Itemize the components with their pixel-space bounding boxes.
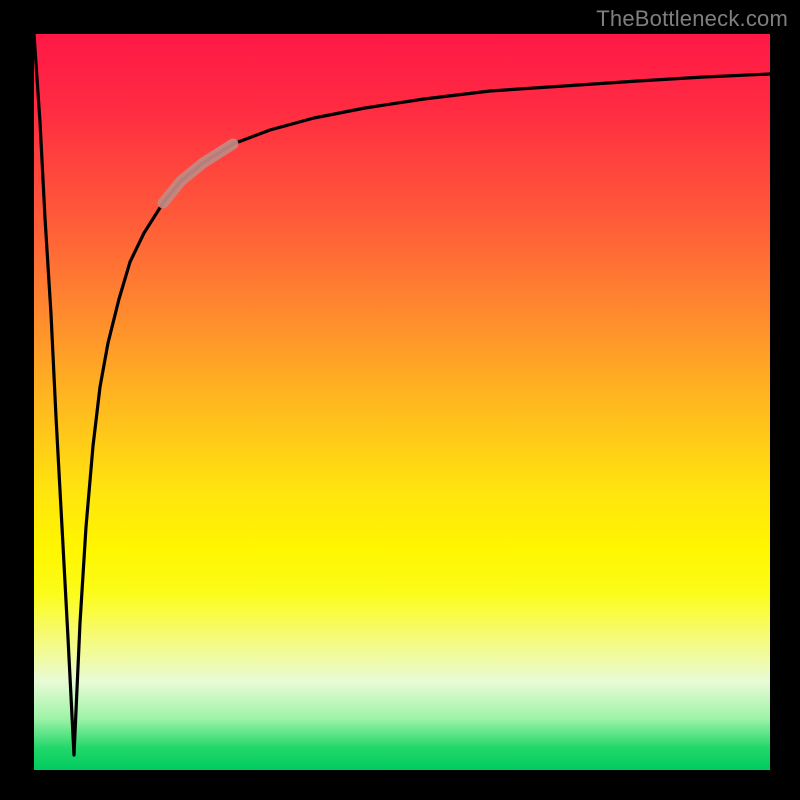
chart-plot-area xyxy=(34,34,770,770)
curve-highlight-segment xyxy=(163,144,233,203)
chart-frame: TheBottleneck.com xyxy=(0,0,800,800)
bottleneck-curve xyxy=(34,34,770,770)
attribution-label: TheBottleneck.com xyxy=(596,6,788,32)
curve-main xyxy=(34,34,770,755)
